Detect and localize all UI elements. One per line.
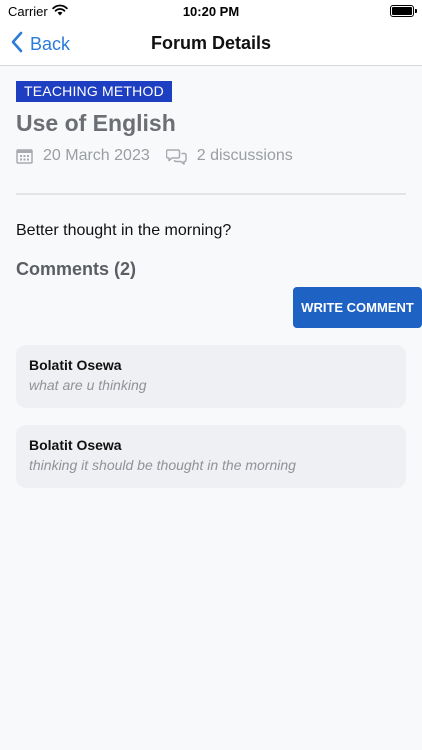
- page-title: Forum Details: [150, 33, 272, 53]
- status-time: 10:20 PM: [182, 4, 240, 19]
- divider: [16, 193, 406, 195]
- forum-date: 20 March 2023: [16, 147, 150, 165]
- comments-heading: Comments (2): [16, 259, 137, 279]
- comment-card: Bolatit Osewa what are u thinking: [16, 345, 406, 408]
- status-bar: Carrier 10:20 PM: [0, 0, 422, 22]
- forum-question: Better thought in the morning?: [16, 222, 232, 239]
- comment-author: Bolatit Osewa: [29, 437, 122, 453]
- comment-card: Bolatit Osewa thinking it should be thou…: [16, 425, 406, 488]
- category-badge: TEACHING METHOD: [16, 81, 172, 102]
- write-comment-button[interactable]: WRITE COMMENT: [293, 287, 422, 328]
- forum-title: Use of English: [16, 110, 176, 136]
- comment-author: Bolatit Osewa: [29, 357, 122, 373]
- forum-date-text: 20 March 2023: [43, 147, 150, 164]
- forum-meta: 20 March 2023 2 discussions: [16, 147, 293, 165]
- chat-bubbles-icon: [165, 148, 187, 165]
- comment-text: thinking it should be thought in the mor…: [29, 457, 296, 473]
- battery-icon: [390, 5, 417, 17]
- navigation-bar: Back Forum Details: [0, 22, 422, 66]
- comment-text: what are u thinking: [29, 377, 147, 393]
- forum-discussions: 2 discussions: [165, 147, 293, 165]
- forum-discussions-text: 2 discussions: [196, 147, 293, 164]
- calendar-icon: [16, 148, 33, 164]
